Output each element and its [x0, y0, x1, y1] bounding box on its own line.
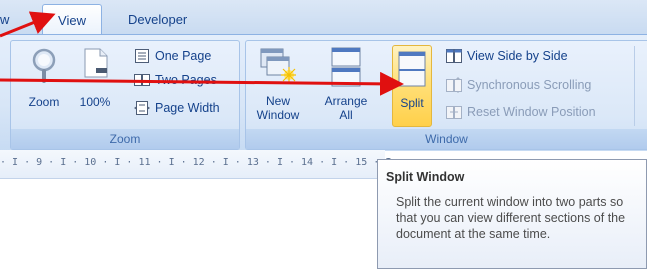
arrow-to-split-button	[0, 71, 404, 96]
annotation-arrows	[0, 11, 404, 96]
arrow-to-view-tab	[0, 11, 56, 38]
